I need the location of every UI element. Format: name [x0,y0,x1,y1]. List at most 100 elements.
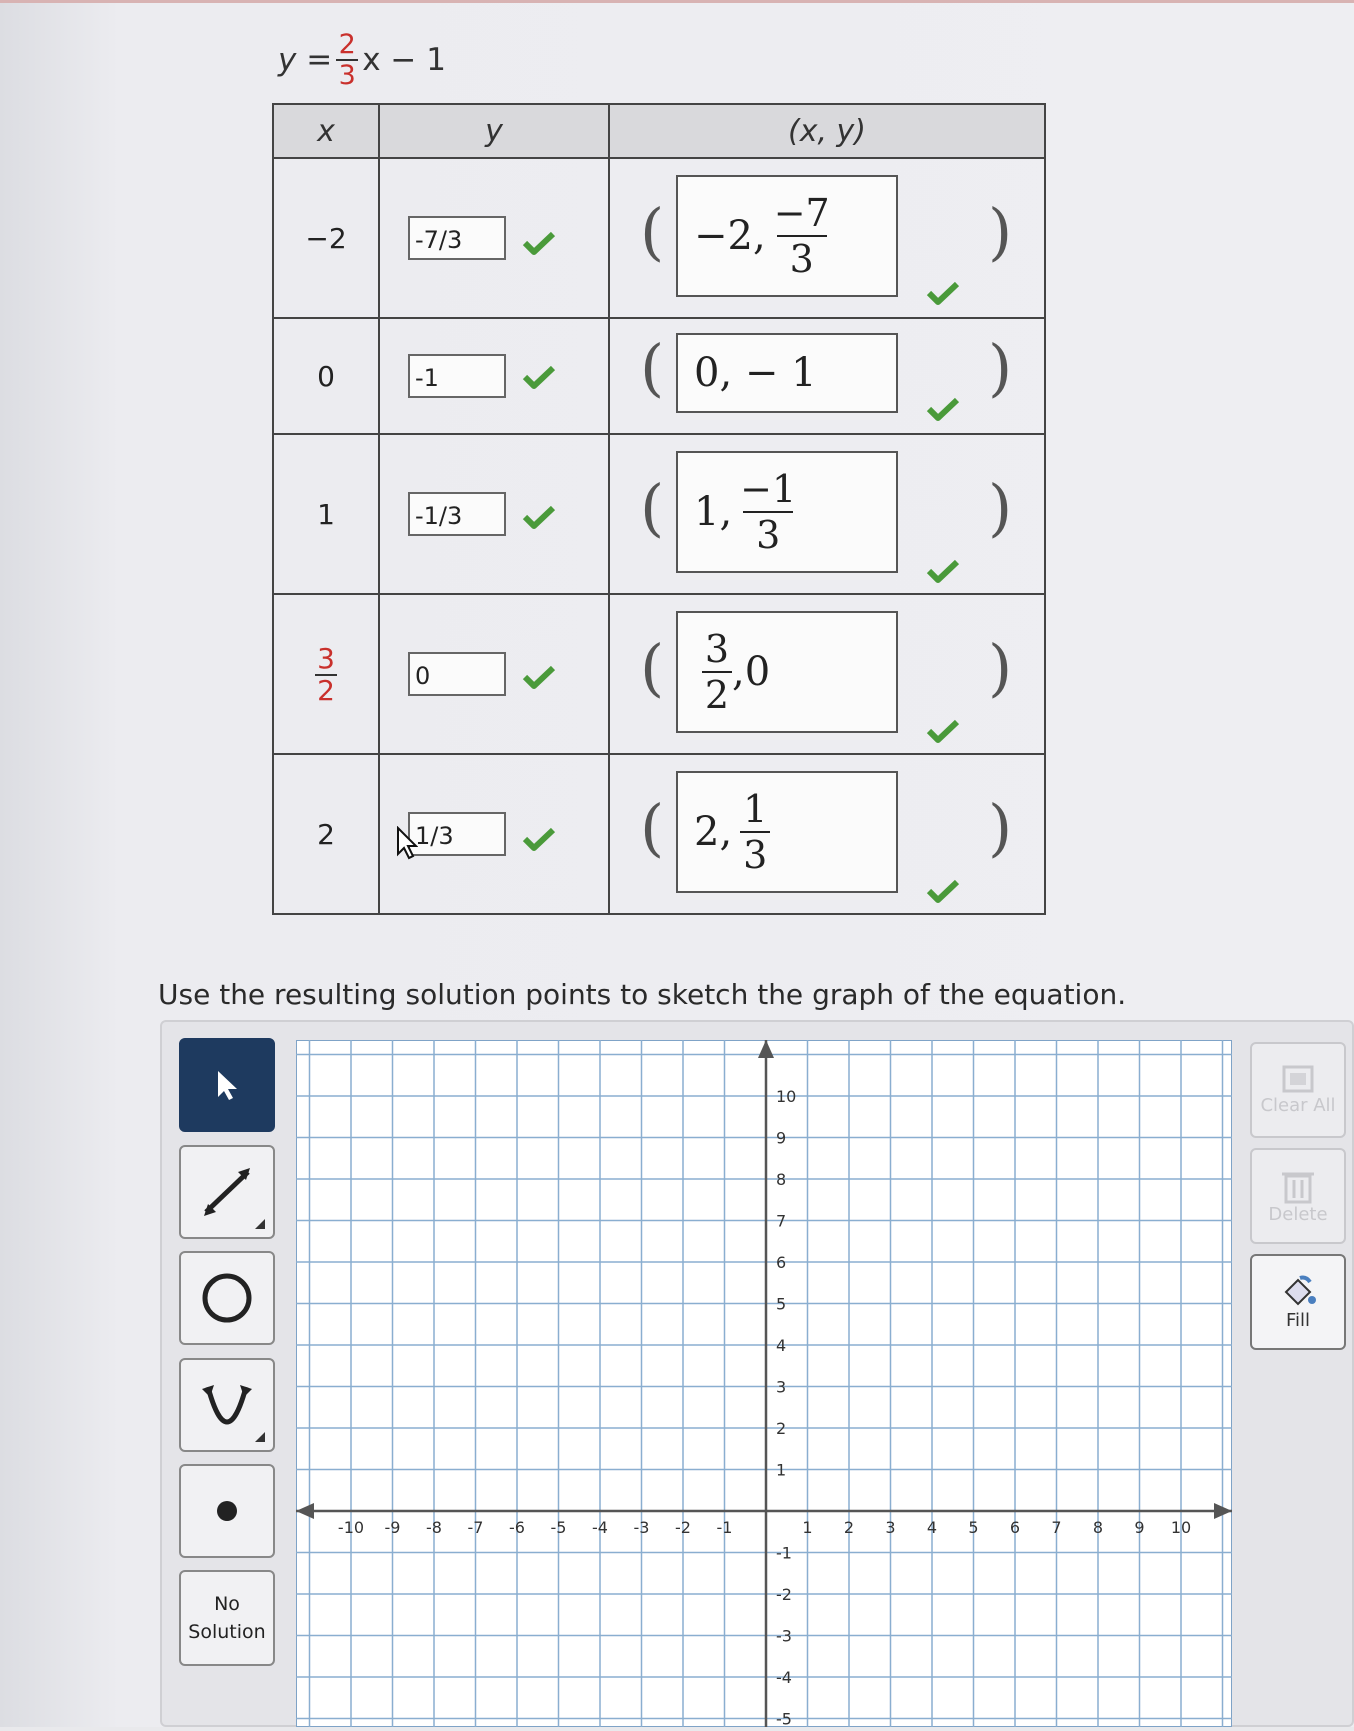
point-numerator: −1 [740,467,797,511]
open-paren: ( [640,331,665,404]
open-paren: ( [640,195,665,268]
select-tool-button[interactable] [179,1038,275,1132]
table-row: −2 -7/3 ( −2, −7 3 ) [272,157,1046,319]
parabola-tool-button[interactable] [179,1358,275,1452]
cursor-icon [397,826,418,860]
y-tick-label: -2 [776,1585,792,1604]
equation-numerator: 2 [338,29,356,60]
x-tick-label: -5 [551,1518,567,1537]
point-int: 1, [694,489,733,535]
open-paren: ( [640,631,665,704]
y-tick-label: -3 [776,1627,792,1646]
x-tick-label: -7 [468,1518,484,1537]
equation-rest: x − 1 [362,42,446,78]
fill-label: Fill [1285,1309,1311,1331]
point-cell: ( 3 2 ,0 ) [608,593,1046,755]
point-fraction: −1 3 [740,469,796,555]
graph-canvas[interactable]: -10 -9 -8 -7 -6 -5 -4 -3 -2 -1 1 2 3 4 5 6 7 8 9 10 10 9 8 7 6 5 4… [295,1039,1233,1729]
x-tick-label: 8 [1093,1518,1103,1537]
equation-fraction: 2 3 [336,29,359,90]
y-input[interactable]: -7/3 [408,216,506,260]
point-tool-button[interactable] [179,1464,275,1558]
y-tick-label: -5 [776,1710,792,1728]
x-tick-label: 5 [968,1518,978,1537]
no-solution-line2: Solution [188,1621,266,1643]
point-input[interactable]: 1, −1 3 [676,451,898,573]
circle-tool-button[interactable] [179,1251,275,1345]
no-solution-button[interactable]: No Solution [179,1570,275,1666]
check-icon [926,719,960,743]
check-icon [522,505,556,529]
x-tick-label: 9 [1134,1518,1144,1537]
x-tick-label: -1 [717,1518,733,1537]
y-tick-label: 9 [776,1129,786,1148]
parabola-icon [202,1385,252,1425]
check-icon [926,397,960,421]
point-input[interactable]: 3 2 ,0 [676,611,898,733]
point-input[interactable]: 0, − 1 [676,333,898,413]
x-value: −2 [272,157,380,319]
point-denominator: 3 [743,833,768,877]
delete-label: Delete [1268,1203,1328,1225]
x-tick-label: 10 [1171,1518,1191,1537]
instruction-text: Use the resulting solution points to ske… [158,978,1127,1011]
x-denominator: 2 [317,674,335,707]
clear-all-button[interactable]: Clear All [1250,1042,1346,1138]
y-cell: -1 [378,317,610,435]
close-paren: ) [988,195,1013,268]
fill-button[interactable]: Fill [1250,1254,1346,1350]
point-input[interactable]: −2, −7 3 [676,175,898,297]
header-x: x [272,103,380,159]
close-paren: ) [988,791,1013,864]
x-value: 1 [272,433,380,595]
y-cell: -7/3 [378,157,610,319]
trash-icon [1282,1172,1314,1203]
table-row: 0 -1 ( 0, − 1 ) [272,317,1046,435]
point-int: −2, [694,213,766,259]
dot-icon [217,1501,237,1521]
point-numerator: −7 [773,191,830,235]
x-tick-label: -10 [338,1518,364,1537]
y-input[interactable]: -1/3 [408,492,506,536]
y-tick-label: -1 [776,1544,792,1563]
check-icon [522,665,556,689]
x-tick-label: -2 [675,1518,691,1537]
y-input[interactable]: 0 [408,652,506,696]
point-tail: ,0 [732,649,771,695]
check-icon [522,365,556,389]
x-value: 0 [272,317,380,435]
point-fraction: 1 3 [740,789,771,877]
coordinate-graph[interactable]: -10 -9 -8 -7 -6 -5 -4 -3 -2 -1 1 2 3 4 5 6 7 8 9 10 10 9 8 7 6 5 4… [295,1039,1233,1729]
clear-all-label: Clear All [1260,1094,1336,1116]
point-input[interactable]: 2, 1 3 [676,771,898,893]
x-tick-label: -8 [426,1518,442,1537]
table-header-row: x y (x, y) [272,103,1046,159]
line-tool-button[interactable] [179,1145,275,1239]
clear-all-icon [1282,1065,1314,1092]
solution-table: x y (x, y) −2 -7/3 ( −2, −7 3) 0 -1 (0… [272,103,1046,915]
y-tick-label: -4 [776,1668,792,1687]
y-input[interactable]: 1/3 [408,812,506,856]
paint-bucket-icon [1284,1275,1316,1305]
point-text: 0, − 1 [694,350,817,396]
table-row: 1 -1/3 ( 1, −1 3 ) [272,433,1046,595]
equation-lhs: y = [278,42,333,78]
y-tick-label: 6 [776,1253,786,1272]
delete-button[interactable]: Delete [1250,1148,1346,1244]
point-denominator: 3 [756,513,781,557]
y-tick-label: 3 [776,1378,786,1397]
open-paren: ( [640,791,665,864]
x-value: 2 [272,753,380,915]
check-icon [522,827,556,851]
y-input[interactable]: -1 [408,354,506,398]
check-icon [522,231,556,255]
y-cell: -1/3 [378,433,610,595]
no-solution-label: No Solution [188,1590,265,1646]
close-paren: ) [988,331,1013,404]
point-cell: ( 2, 1 3 ) [608,753,1046,915]
x-tick-label: 6 [1010,1518,1020,1537]
check-icon [926,879,960,903]
y-tick-label: 8 [776,1170,786,1189]
x-tick-label: -6 [509,1518,525,1537]
x-tick-label: 7 [1051,1518,1061,1537]
